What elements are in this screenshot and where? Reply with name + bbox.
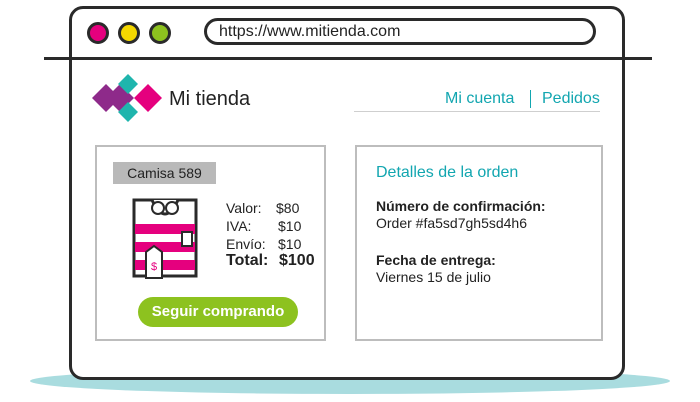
url-bar[interactable]: https://www.mitienda.com [204,18,596,45]
nav-separator [530,90,531,108]
nav-orders-link[interactable]: Pedidos [542,90,600,108]
store-name: Mi tienda [169,88,251,110]
value-amount: $80 [276,200,300,216]
tax-label: IVA: [226,218,252,234]
shipping-amount: $10 [278,236,302,252]
nav-my-account-link[interactable]: Mi cuenta [445,90,514,108]
diamond-logo-icon [92,74,162,122]
total-amount: $100 [279,252,315,269]
svg-text:$: $ [151,261,157,273]
confirmation-number: Order #fa5sd7gh5sd4h6 [376,215,527,231]
delivery-date-value: Viernes 15 de julio [376,269,491,285]
nav-underline [354,111,600,112]
shirt-price-tag-icon: $ [132,198,198,279]
delivery-date-label: Fecha de entrega: [376,252,496,268]
shipping-label: Envío: [226,236,266,252]
window-close-button[interactable] [87,22,109,44]
continue-shopping-button[interactable]: Seguir comprando [138,297,298,327]
confirmation-label: Número de confirmación: [376,198,546,214]
window-minimize-button[interactable] [118,22,140,44]
order-details-title: Detalles de la orden [376,164,519,181]
browser-toolbar-divider [44,57,652,60]
window-maximize-button[interactable] [149,22,171,44]
tax-amount: $10 [278,218,302,234]
product-name-tag: Camisa 589 [113,162,216,184]
value-label: Valor: [226,200,262,216]
total-label: Total: [226,252,269,269]
